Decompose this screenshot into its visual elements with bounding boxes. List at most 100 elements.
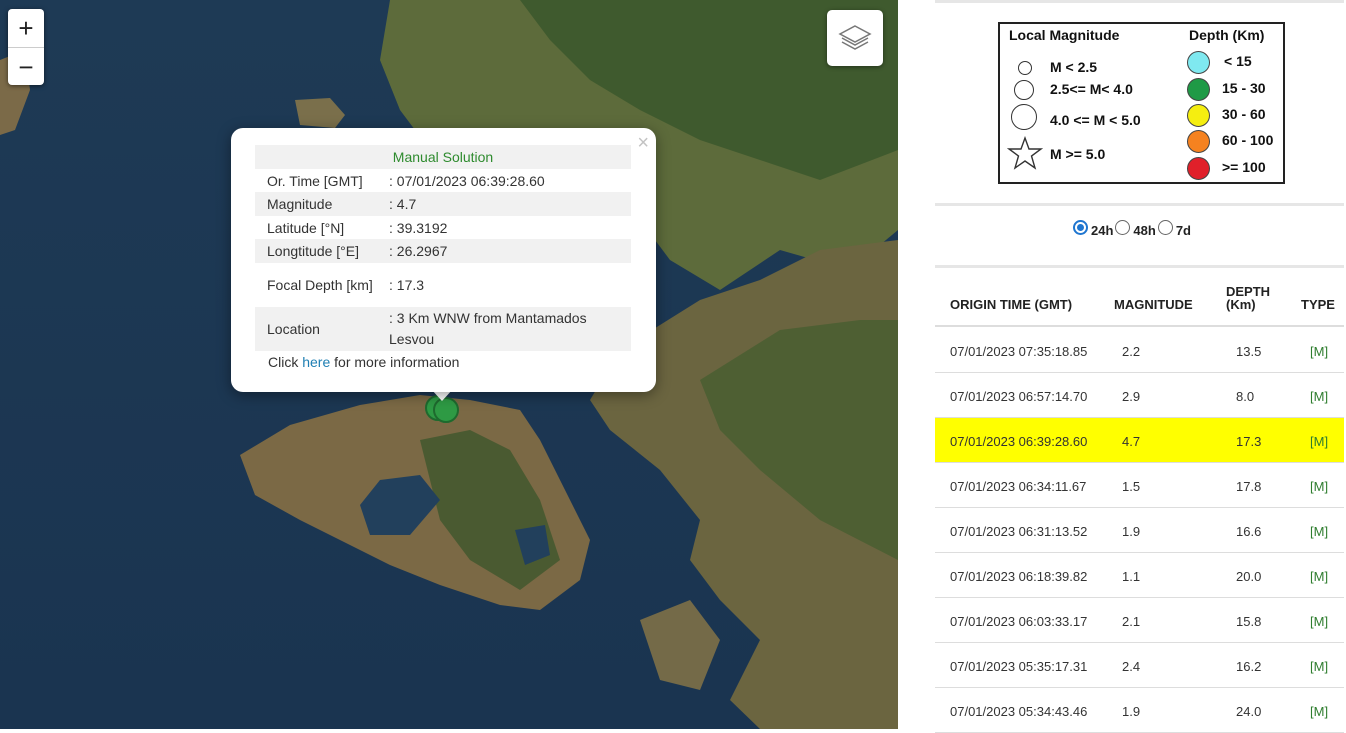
table-row[interactable]: 07/01/2023 06:18:39.82 1.1 20.0 [M] <box>935 553 1344 598</box>
cell-magnitude: 1.5 <box>1122 479 1141 494</box>
cell-type: [M] <box>1310 434 1329 449</box>
header-depth-unit: (Km) <box>1226 297 1256 312</box>
popup-value: : 3 Km WNW from Mantamados Lesvou <box>389 310 587 347</box>
popup-value: : 07/01/2023 06:39:28.60 <box>389 172 545 189</box>
more-suffix: for more information <box>330 354 460 370</box>
depth-legend-title: Depth (Km) <box>1189 27 1265 43</box>
cell-time: 07/01/2023 05:34:43.46 <box>950 704 1088 719</box>
cell-type: [M] <box>1310 704 1329 719</box>
depth-color-dot <box>1187 104 1210 127</box>
table-row[interactable]: 07/01/2023 06:57:14.70 2.9 8.0 [M] <box>935 373 1344 418</box>
earthquake-popup: × Manual Solution Or. Time [GMT]: 07/01/… <box>231 128 656 392</box>
depth-color-dot <box>1187 51 1210 74</box>
header-type[interactable]: TYPE <box>1301 297 1335 312</box>
cell-type: [M] <box>1310 569 1329 584</box>
cell-depth: 20.0 <box>1236 569 1262 584</box>
period-selector: 24h 48h 7d <box>1073 220 1193 238</box>
popup-value: : 26.2967 <box>389 243 448 259</box>
magnitude-small-circle-icon <box>1018 61 1032 75</box>
magnitude-label: 2.5<= M< 4.0 <box>1050 81 1133 97</box>
magnitude-medium-circle-icon <box>1014 80 1034 100</box>
layers-icon <box>838 25 872 50</box>
cell-magnitude: 2.4 <box>1122 659 1141 674</box>
table-row[interactable]: 07/01/2023 06:03:33.17 2.1 15.8 [M] <box>935 598 1344 643</box>
close-icon[interactable]: × <box>637 132 649 155</box>
popup-key: Latitude [°N] <box>267 219 345 236</box>
table-row[interactable]: 07/01/2023 05:35:17.31 2.4 16.2 [M] <box>935 643 1344 688</box>
popup-value: : 39.3192 <box>389 219 448 236</box>
cell-magnitude: 1.9 <box>1122 704 1141 719</box>
star-icon <box>1007 136 1043 170</box>
divider <box>935 203 1344 206</box>
depth-color-dot <box>1187 157 1210 180</box>
popup-key: Location <box>267 321 320 337</box>
layers-button[interactable] <box>827 10 883 66</box>
cell-time: 07/01/2023 06:39:28.60 <box>950 434 1088 449</box>
cell-depth: 13.5 <box>1236 344 1262 359</box>
zoom-in-button[interactable]: + <box>8 9 44 47</box>
table-row[interactable]: 07/01/2023 05:34:43.46 1.9 24.0 [M] <box>935 688 1344 733</box>
table-row[interactable]: 07/01/2023 07:35:18.85 2.2 13.5 [M] <box>935 328 1344 373</box>
cell-time: 07/01/2023 06:03:33.17 <box>950 614 1088 629</box>
cell-depth: 17.8 <box>1236 479 1262 494</box>
cell-type: [M] <box>1310 479 1329 494</box>
cell-magnitude: 1.9 <box>1122 524 1141 539</box>
zoom-out-button[interactable]: − <box>8 47 44 85</box>
table-header: ORIGIN TIME (GMT) MAGNITUDE DEPTH (Km) T… <box>935 284 1344 327</box>
satellite-map[interactable]: + − × Manual Solution Or. Time [GMT]: 07… <box>0 0 898 729</box>
period-label: 7d <box>1175 223 1191 238</box>
cell-depth: 16.6 <box>1236 524 1262 539</box>
cell-depth: 17.3 <box>1236 434 1262 449</box>
depth-label: < 15 <box>1224 53 1252 69</box>
more-prefix: Click <box>268 354 303 370</box>
period-radio-7d[interactable] <box>1157 220 1173 235</box>
period-label: 24h <box>1091 223 1114 238</box>
popup-key: Longtitude [°E] <box>267 243 359 259</box>
header-origin-time[interactable]: ORIGIN TIME (GMT) <box>950 297 1072 312</box>
popup-key: Focal Depth [km] <box>267 277 373 293</box>
cell-time: 07/01/2023 06:18:39.82 <box>950 569 1088 584</box>
side-panel: Local Magnitude Depth (Km) M < 2.5 2.5<=… <box>898 0 1346 733</box>
period-radio-48h[interactable] <box>1115 220 1131 235</box>
header-magnitude[interactable]: MAGNITUDE <box>1114 297 1193 312</box>
cell-magnitude: 4.7 <box>1122 434 1141 449</box>
earthquake-marker[interactable] <box>433 397 459 423</box>
cell-depth: 16.2 <box>1236 659 1262 674</box>
magnitude-label: M < 2.5 <box>1050 59 1098 75</box>
depth-color-dot <box>1187 78 1210 101</box>
divider <box>935 0 1344 3</box>
popup-key: Magnitude <box>267 196 333 212</box>
cell-time: 07/01/2023 05:35:17.31 <box>950 659 1088 674</box>
magnitude-label: 4.0 <= M < 5.0 <box>1050 112 1141 128</box>
cell-time: 07/01/2023 06:34:11.67 <box>950 479 1087 494</box>
cell-depth: 15.8 <box>1236 614 1262 629</box>
cell-type: [M] <box>1310 389 1329 404</box>
popup-value: : 4.7 <box>389 196 417 212</box>
more-info-text: Click here for more information <box>255 354 632 370</box>
magnitude-label: M >= 5.0 <box>1050 146 1106 162</box>
period-label: 48h <box>1133 223 1156 238</box>
cell-time: 07/01/2023 06:31:13.52 <box>950 524 1088 539</box>
depth-label: >= 100 <box>1222 159 1266 175</box>
period-radio-24h[interactable] <box>1073 220 1088 235</box>
cell-magnitude: 2.2 <box>1122 344 1141 359</box>
table-row[interactable]: 07/01/2023 06:31:13.52 1.9 16.6 [M] <box>935 508 1344 553</box>
popup-table: Manual Solution Or. Time [GMT]: 07/01/20… <box>255 145 631 351</box>
popup-title: Manual Solution <box>392 149 494 165</box>
cell-depth: 8.0 <box>1236 389 1255 404</box>
cell-type: [M] <box>1310 524 1329 539</box>
cell-time: 07/01/2023 06:57:14.70 <box>950 389 1088 404</box>
cell-type: [M] <box>1310 659 1329 674</box>
cell-magnitude: 1.1 <box>1122 569 1141 584</box>
magnitude-legend-title: Local Magnitude <box>1009 27 1120 43</box>
depth-label: 30 - 60 <box>1222 106 1266 122</box>
more-info-link[interactable]: here <box>302 354 330 370</box>
cell-magnitude: 2.1 <box>1122 614 1141 629</box>
depth-label: 60 - 100 <box>1222 132 1274 148</box>
legend: Local Magnitude Depth (Km) M < 2.5 2.5<=… <box>998 22 1285 184</box>
popup-value: : 17.3 <box>389 277 425 293</box>
table-row[interactable]: 07/01/2023 06:34:11.67 1.5 17.8 [M] <box>935 463 1344 508</box>
depth-color-dot <box>1187 130 1210 153</box>
table-row-highlighted[interactable]: 07/01/2023 06:39:28.60 4.7 17.3 [M] <box>935 418 1344 463</box>
cell-magnitude: 2.9 <box>1122 389 1141 404</box>
